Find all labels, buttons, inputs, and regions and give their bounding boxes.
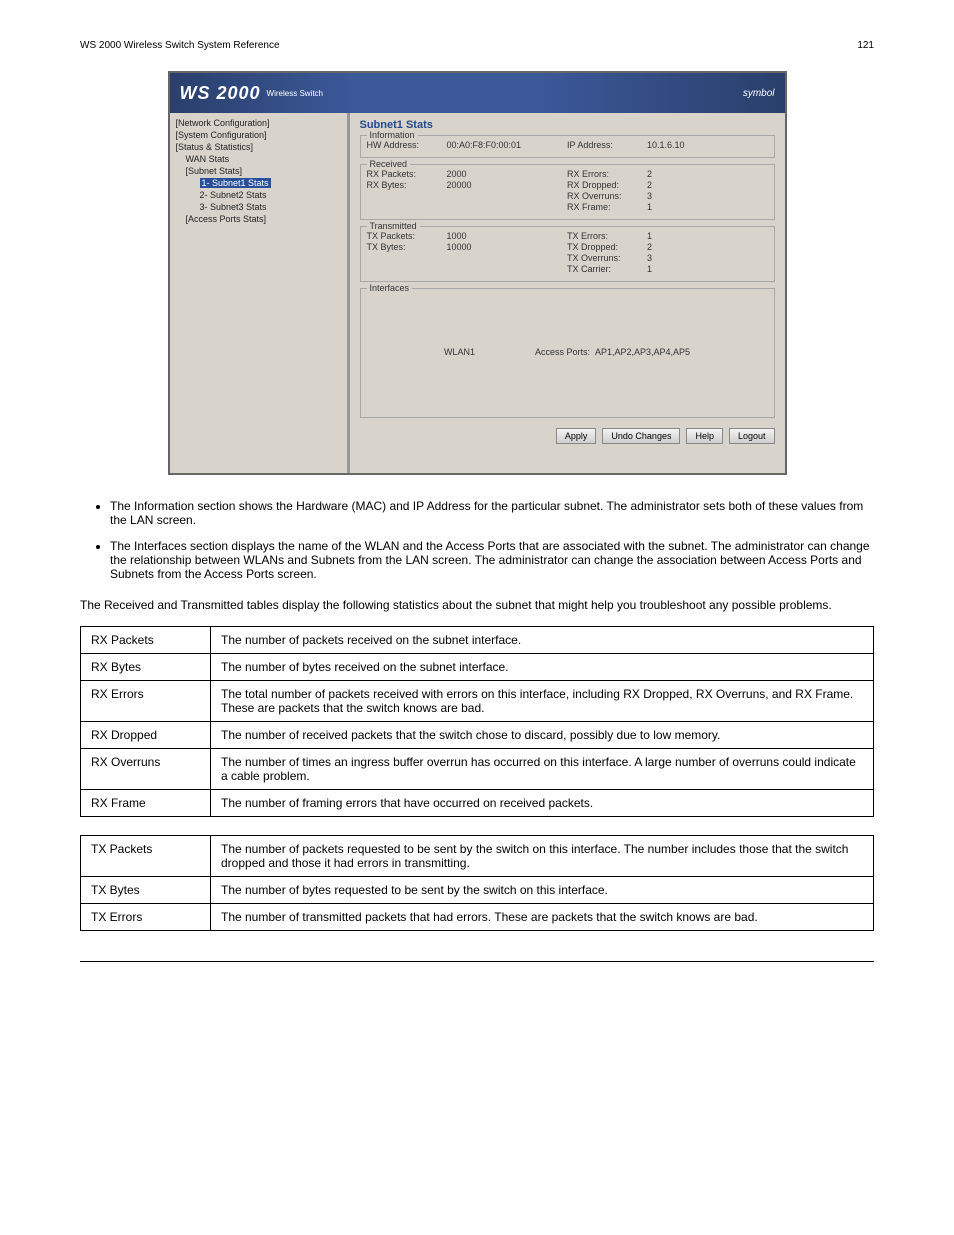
tx-packets-key: TX Packets [81, 835, 211, 876]
transmitted-legend: Transmitted [367, 221, 420, 231]
tx-packets-label: TX Packets: [367, 231, 447, 241]
content-title: Subnet1 Stats [360, 119, 775, 131]
rx-bytes-label: RX Bytes: [367, 180, 447, 190]
tx-errors-key: TX Errors [81, 903, 211, 930]
received-legend: Received [367, 159, 411, 169]
table-row: RX OverrunsThe number of times an ingres… [81, 748, 874, 789]
table-row: TX ErrorsThe number of transmitted packe… [81, 903, 874, 930]
screenshot-panel: WS 2000 Wireless Switch symbol [Network … [168, 71, 787, 475]
app-subtitle: Wireless Switch [267, 89, 323, 98]
table-row: RX FrameThe number of framing errors tha… [81, 789, 874, 816]
interfaces-legend: Interfaces [367, 283, 413, 293]
rx-overruns-value: 3 [647, 191, 707, 201]
tx-bytes-label: TX Bytes: [367, 242, 447, 252]
rx-errors-key: RX Errors [81, 680, 211, 721]
tx-packets-value: 1000 [447, 231, 507, 241]
rx-bytes-value: 20000 [447, 180, 507, 190]
hw-label: HW Address: [367, 140, 447, 150]
rx-packets-label: RX Packets: [367, 169, 447, 179]
tx-dropped-label: TX Dropped: [567, 242, 647, 252]
rx-dropped-value: 2 [647, 180, 707, 190]
table-row: RX PacketsThe number of packets received… [81, 626, 874, 653]
nav-tree[interactable]: [Network Configuration] [System Configur… [170, 113, 350, 473]
rx-bytes-desc: The number of bytes received on the subn… [211, 653, 874, 680]
table-row: RX ErrorsThe total number of packets rec… [81, 680, 874, 721]
rx-frame-desc: The number of framing errors that have o… [211, 789, 874, 816]
bullet-2: The Interfaces section displays the name… [110, 539, 874, 581]
ip-label: IP Address: [567, 140, 647, 150]
table-row: TX PacketsThe number of packets requeste… [81, 835, 874, 876]
access-ports: Access Ports: AP1,AP2,AP3,AP4,AP5 [535, 347, 690, 357]
intro-text: The Received and Transmitted tables disp… [80, 597, 874, 614]
tx-bytes-value: 10000 [447, 242, 507, 252]
rx-dropped-key: RX Dropped [81, 721, 211, 748]
apply-button[interactable]: Apply [556, 428, 597, 444]
rx-overruns-label: RX Overruns: [567, 191, 647, 201]
rx-errors-label: RX Errors: [567, 169, 647, 179]
page-footer [80, 961, 874, 966]
rx-packets-desc: The number of packets received on the su… [211, 626, 874, 653]
rx-overruns-key: RX Overruns [81, 748, 211, 789]
info-legend: Information [367, 130, 418, 140]
transmitted-fieldset: Transmitted TX Packets:1000 TX Bytes:100… [360, 226, 775, 282]
table-row: RX DroppedThe number of received packets… [81, 721, 874, 748]
help-button[interactable]: Help [686, 428, 723, 444]
tx-carrier-label: TX Carrier: [567, 264, 647, 274]
rx-errors-value: 2 [647, 169, 707, 179]
info-fieldset: Information HW Address:00:A0:F8:F0:00:01… [360, 135, 775, 158]
content-pane: Subnet1 Stats Information HW Address:00:… [350, 113, 785, 473]
tx-errors-value: 1 [647, 231, 707, 241]
rx-packets-value: 2000 [447, 169, 507, 179]
tx-errors-desc: The number of transmitted packets that h… [211, 903, 874, 930]
received-fieldset: Received RX Packets:2000 RX Bytes:20000 … [360, 164, 775, 220]
rx-packets-key: RX Packets [81, 626, 211, 653]
bullet-1: The Information section shows the Hardwa… [110, 499, 874, 527]
rx-table: RX PacketsThe number of packets received… [80, 626, 874, 817]
header-left: WS 2000 Wireless Switch System Reference [80, 40, 280, 51]
tree-node-network-config[interactable]: [Network Configuration] [172, 117, 345, 129]
ip-value: 10.1.6.10 [647, 140, 685, 150]
tree-node-wan-stats[interactable]: WAN Stats [172, 153, 345, 165]
rx-frame-label: RX Frame: [567, 202, 647, 212]
logout-button[interactable]: Logout [729, 428, 775, 444]
tx-bytes-desc: The number of bytes requested to be sent… [211, 876, 874, 903]
tx-overruns-value: 3 [647, 253, 707, 263]
rx-overruns-desc: The number of times an ingress buffer ov… [211, 748, 874, 789]
tree-node-subnet-stats[interactable]: [Subnet Stats] [172, 165, 345, 177]
header-right: 121 [857, 40, 874, 51]
tx-carrier-value: 1 [647, 264, 707, 274]
brand-logo: symbol [743, 88, 775, 99]
interfaces-fieldset: Interfaces WLAN1 Access Ports: AP1,AP2,A… [360, 288, 775, 418]
rx-frame-value: 1 [647, 202, 707, 212]
tx-packets-desc: The number of packets requested to be se… [211, 835, 874, 876]
app-banner: WS 2000 Wireless Switch symbol [170, 73, 785, 113]
table-row: RX BytesThe number of bytes received on … [81, 653, 874, 680]
hw-value: 00:A0:F8:F0:00:01 [447, 140, 522, 150]
rx-frame-key: RX Frame [81, 789, 211, 816]
button-row: Apply Undo Changes Help Logout [360, 424, 775, 444]
app-logo: WS 2000 [180, 83, 261, 104]
tx-bytes-key: TX Bytes [81, 876, 211, 903]
page-header: WS 2000 Wireless Switch System Reference… [80, 40, 874, 51]
tx-table: TX PacketsThe number of packets requeste… [80, 835, 874, 931]
undo-button[interactable]: Undo Changes [602, 428, 680, 444]
tree-node-subnet2[interactable]: 2- Subnet2 Stats [172, 189, 345, 201]
rx-dropped-desc: The number of received packets that the … [211, 721, 874, 748]
bullet-list: The Information section shows the Hardwa… [80, 499, 874, 581]
rx-bytes-key: RX Bytes [81, 653, 211, 680]
rx-dropped-label: RX Dropped: [567, 180, 647, 190]
tree-node-subnet3[interactable]: 3- Subnet3 Stats [172, 201, 345, 213]
rx-errors-desc: The total number of packets received wit… [211, 680, 874, 721]
tx-overruns-label: TX Overruns: [567, 253, 647, 263]
table-row: TX BytesThe number of bytes requested to… [81, 876, 874, 903]
tree-node-status-stats[interactable]: [Status & Statistics] [172, 141, 345, 153]
tx-errors-label: TX Errors: [567, 231, 647, 241]
tx-dropped-value: 2 [647, 242, 707, 252]
tree-node-subnet1[interactable]: 1- Subnet1 Stats [172, 177, 345, 189]
wlan-label: WLAN1 [444, 347, 475, 357]
tree-node-ap-stats[interactable]: [Access Ports Stats] [172, 213, 345, 225]
tree-node-system-config[interactable]: [System Configuration] [172, 129, 345, 141]
